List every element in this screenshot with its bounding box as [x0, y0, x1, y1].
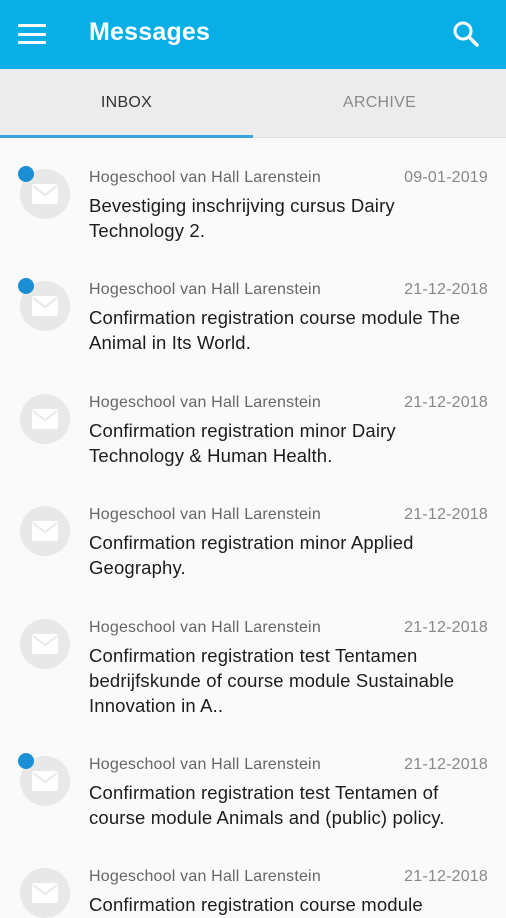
envelope-icon [32, 634, 58, 654]
message-date: 21-12-2018 [404, 281, 488, 298]
message-date: 21-12-2018 [404, 506, 488, 523]
message-item[interactable]: Hogeschool van Hall Larenstein 21-12-201… [0, 868, 506, 918]
envelope-icon [32, 771, 58, 791]
message-date: 21-12-2018 [404, 756, 488, 773]
message-date: 21-12-2018 [404, 394, 488, 411]
search-icon[interactable] [452, 20, 480, 48]
message-subject: Confirmation registration course module [89, 894, 423, 915]
envelope-icon [32, 296, 58, 316]
message-sender: Hogeschool van Hall Larenstein [89, 281, 321, 298]
unread-indicator [18, 278, 34, 294]
mail-avatar [20, 506, 70, 556]
message-item[interactable]: Hogeschool van Hall Larenstein 09-01-201… [0, 166, 506, 243]
mail-avatar [20, 394, 70, 444]
message-sender: Hogeschool van Hall Larenstein [89, 756, 321, 773]
envelope-icon [32, 184, 58, 204]
message-item[interactable]: Hogeschool van Hall Larenstein 21-12-201… [0, 278, 506, 355]
tab-archive[interactable]: ARCHIVE [253, 69, 506, 137]
message-date: 21-12-2018 [404, 619, 488, 636]
message-subject: Bevestiging inschrijving cursus Dairy Te… [89, 195, 395, 241]
envelope-icon [32, 883, 58, 903]
message-item[interactable]: Hogeschool van Hall Larenstein 21-12-201… [0, 506, 506, 580]
message-subject: Confirmation registration course module … [89, 307, 461, 353]
message-item[interactable]: Hogeschool van Hall Larenstein 21-12-201… [0, 753, 506, 830]
message-item[interactable]: Hogeschool van Hall Larenstein 21-12-201… [0, 394, 506, 468]
message-subject: Confirmation registration minor Dairy Te… [89, 420, 396, 466]
unread-indicator [18, 166, 34, 182]
message-item[interactable]: Hogeschool van Hall Larenstein 21-12-201… [0, 619, 506, 718]
app-bar: Messages [0, 0, 506, 69]
message-subject: Confirmation registration test Tentamen … [89, 645, 455, 716]
message-subject: Confirmation registration test Tentamen … [89, 782, 445, 828]
page-title: Messages [89, 18, 211, 46]
message-sender: Hogeschool van Hall Larenstein [89, 169, 321, 186]
message-sender: Hogeschool van Hall Larenstein [89, 506, 321, 523]
message-subject: Confirmation registration minor Applied … [89, 532, 414, 578]
message-sender: Hogeschool van Hall Larenstein [89, 619, 321, 636]
tab-inbox[interactable]: INBOX [0, 69, 253, 138]
envelope-icon [32, 521, 58, 541]
mail-avatar [20, 868, 70, 918]
message-date: 09-01-2019 [404, 169, 488, 186]
envelope-icon [32, 409, 58, 429]
message-date: 21-12-2018 [404, 868, 488, 885]
mail-avatar [20, 619, 70, 669]
message-sender: Hogeschool van Hall Larenstein [89, 868, 321, 885]
message-sender: Hogeschool van Hall Larenstein [89, 394, 321, 411]
unread-indicator [18, 753, 34, 769]
hamburger-menu-icon[interactable] [18, 22, 46, 46]
tab-bar: INBOX ARCHIVE [0, 69, 506, 138]
